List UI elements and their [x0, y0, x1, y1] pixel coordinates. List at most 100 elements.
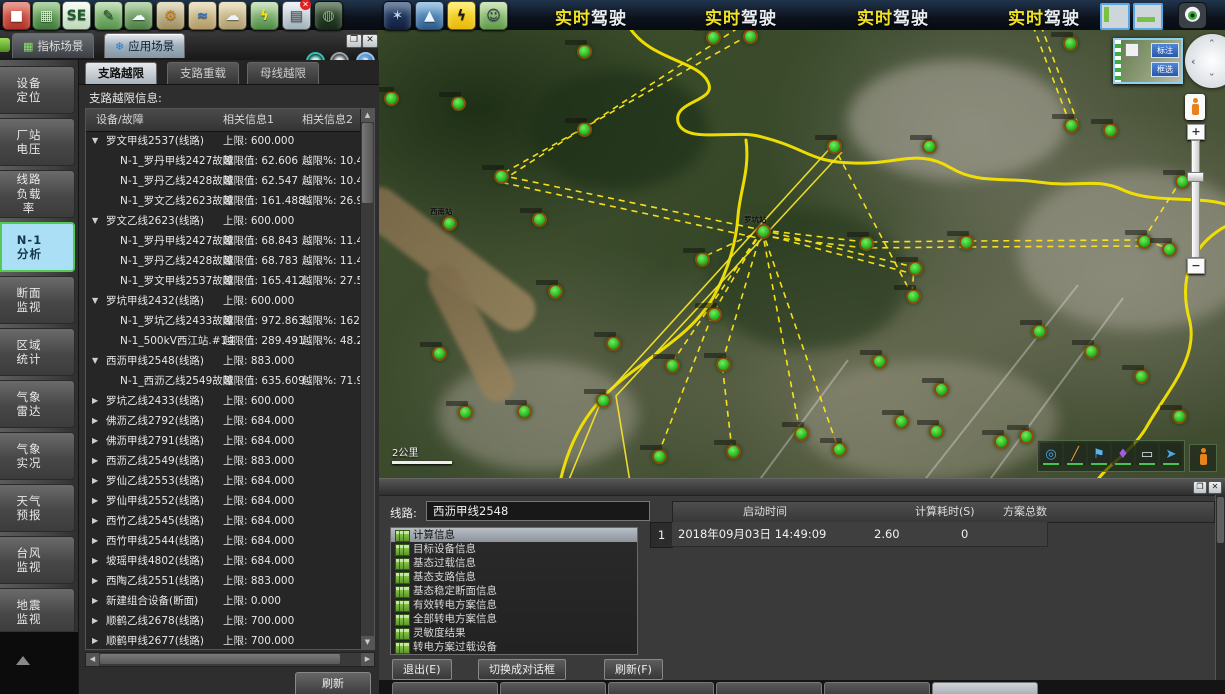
checklist-item[interactable]: 有效转电方案信息: [391, 598, 637, 612]
scroll-right-icon[interactable]: ▶: [361, 653, 374, 666]
eye-icon[interactable]: [1178, 2, 1207, 29]
station-marker[interactable]: [707, 307, 722, 322]
app-icon[interactable]: ◍: [314, 1, 343, 30]
pegman-tool[interactable]: [1189, 444, 1217, 472]
sidebar-item[interactable]: 气象实况: [0, 432, 75, 480]
app-icon[interactable]: ⚙: [156, 1, 185, 30]
checklist-item[interactable]: 基态过载信息: [391, 556, 637, 570]
checklist-item[interactable]: 转电方案过载设备: [391, 640, 637, 654]
map-tool-icon[interactable]: ➤: [1160, 443, 1182, 465]
mode-label[interactable]: 实时驾驶: [857, 4, 929, 29]
sidebar-item[interactable]: 地震监视: [0, 588, 75, 636]
box-select-button[interactable]: 框选: [1151, 62, 1179, 77]
station-marker[interactable]: [652, 449, 667, 464]
map-tool-icon[interactable]: ◎: [1040, 443, 1062, 465]
app-icon[interactable]: ☁: [218, 1, 247, 30]
checklist-item[interactable]: 灵敏度结果: [391, 626, 637, 640]
station-marker[interactable]: [1084, 344, 1099, 359]
sidebar-item[interactable]: 天气预报: [0, 484, 75, 532]
pan-down-icon[interactable]: ˇ: [1209, 72, 1215, 85]
mode-label[interactable]: 实时驾驶: [555, 4, 627, 29]
close-panel-button[interactable]: ✕: [362, 34, 378, 48]
station-marker[interactable]: [716, 357, 731, 372]
station-marker[interactable]: [1162, 242, 1177, 257]
table-row[interactable]: 坡瑶甲线4802(线路) 上限: 684.000: [86, 551, 361, 571]
table-row[interactable]: 罗仙甲线2552(线路) 上限: 684.000: [86, 491, 361, 511]
station-marker[interactable]: [906, 289, 921, 304]
expander-icon[interactable]: [92, 631, 104, 649]
map-tool-icon[interactable]: ╱: [1064, 443, 1086, 465]
expander-icon[interactable]: [92, 451, 104, 471]
sidebar-collapse-area[interactable]: [0, 631, 78, 694]
table-row[interactable]: 佛沥乙线2792(线路) 上限: 684.000: [86, 411, 361, 431]
station-marker[interactable]: [1032, 324, 1047, 339]
station-marker[interactable]: [517, 404, 532, 419]
station-marker[interactable]: [908, 261, 923, 276]
checklist-item[interactable]: 基态支路信息: [391, 570, 637, 584]
station-marker[interactable]: 罗坑站: [756, 224, 771, 239]
overview-toggle-button[interactable]: [1125, 43, 1139, 57]
table-row[interactable]: N-1_罗丹乙线2428故障 越限值: 68.783 越限%: 11.4: [86, 251, 361, 271]
app-icon[interactable]: ▤: [282, 1, 311, 30]
station-marker[interactable]: [934, 382, 949, 397]
station-marker[interactable]: [532, 212, 547, 227]
expander-icon[interactable]: [92, 211, 104, 231]
station-marker[interactable]: [794, 426, 809, 441]
expander-icon[interactable]: [92, 511, 104, 531]
table-row[interactable]: 西竹甲线2544(线路) 上限: 684.000: [86, 531, 361, 551]
station-marker[interactable]: [665, 358, 680, 373]
float-window-button[interactable]: ❐: [346, 34, 362, 48]
table-row[interactable]: N-1_罗文乙线2623故障 越限值: 161.488 越限%: 26.9: [86, 191, 361, 211]
panel-button[interactable]: 刷新(F): [604, 659, 663, 680]
sidebar-item[interactable]: 台风监视: [0, 536, 75, 584]
app-icon[interactable]: SE: [62, 1, 91, 30]
table-row[interactable]: 西竹乙线2545(线路) 上限: 684.000: [86, 511, 361, 531]
checklist-item[interactable]: 基态稳定断面信息: [391, 584, 637, 598]
app-icon[interactable]: ▲: [415, 1, 444, 30]
table-row[interactable]: N-1_西沥乙线2549故障 越限值: 635.609 越限%: 71.9: [86, 371, 361, 391]
table-row[interactable]: N-1_罗丹乙线2428故障 越限值: 62.547 越限%: 10.4: [86, 171, 361, 191]
station-marker[interactable]: [872, 354, 887, 369]
table-row[interactable]: N-1_罗坑乙线2433故障 越限值: 972.863 越限%: 162: [86, 311, 361, 331]
overview-mini-map[interactable]: 标注 框选: [1113, 38, 1183, 84]
pan-left-icon[interactable]: ‹: [1191, 55, 1196, 68]
station-marker[interactable]: [922, 139, 937, 154]
checklist-item[interactable]: 计算信息: [391, 528, 637, 542]
zoom-in-button[interactable]: +: [1187, 124, 1205, 140]
table-row[interactable]: 罗文甲线2537(线路) 上限: 600.000: [86, 131, 361, 151]
scroll-up-icon[interactable]: ▲: [361, 109, 374, 122]
panel-header[interactable]: ❐ ✕: [378, 479, 1225, 496]
expander-icon[interactable]: [92, 471, 104, 491]
station-marker[interactable]: [1019, 429, 1034, 444]
expander-icon[interactable]: [92, 391, 104, 411]
station-marker[interactable]: [859, 236, 874, 251]
tab-application-scene[interactable]: ❄ 应用场景: [104, 33, 185, 58]
app-icon[interactable]: ≈: [188, 1, 217, 30]
expander-icon[interactable]: [92, 551, 104, 571]
station-marker[interactable]: [726, 444, 741, 459]
station-marker[interactable]: [1064, 118, 1079, 133]
map-tool-icon[interactable]: ▭: [1136, 443, 1158, 465]
zoom-out-button[interactable]: −: [1187, 258, 1205, 274]
expander-icon[interactable]: [92, 531, 104, 551]
result-row[interactable]: 1 2018年09月03日 14:49:09 2.60 0: [650, 522, 1215, 546]
station-marker[interactable]: [1063, 36, 1078, 51]
annotate-button[interactable]: 标注: [1151, 43, 1179, 58]
table-row[interactable]: 西沥甲线2548(线路) 上限: 883.000: [86, 351, 361, 371]
sidebar-item[interactable]: 厂站电压: [0, 118, 75, 166]
app-icon[interactable]: ✶: [383, 1, 412, 30]
table-row[interactable]: 顺鹤甲线2677(线路) 上限: 700.000: [86, 631, 361, 649]
panel-scroll-thumb[interactable]: [1217, 497, 1224, 543]
pan-up-icon[interactable]: ˆ: [1209, 38, 1215, 51]
table-row[interactable]: 罗文乙线2623(线路) 上限: 600.000: [86, 211, 361, 231]
panel-scrollbar[interactable]: [1215, 495, 1225, 681]
station-marker[interactable]: [451, 96, 466, 111]
app-icon[interactable]: ■: [2, 1, 31, 30]
sidebar-item[interactable]: N-1分析: [0, 222, 75, 272]
station-marker[interactable]: [458, 405, 473, 420]
table-row[interactable]: N-1_罗丹甲线2427故障 越限值: 68.843 越限%: 11.4: [86, 231, 361, 251]
sidebar-item[interactable]: 区域统计: [0, 328, 75, 376]
line-name-input[interactable]: 西沥甲线2548: [426, 501, 650, 521]
expander-icon[interactable]: [92, 611, 104, 631]
mode-label[interactable]: 实时驾驶: [705, 4, 777, 29]
